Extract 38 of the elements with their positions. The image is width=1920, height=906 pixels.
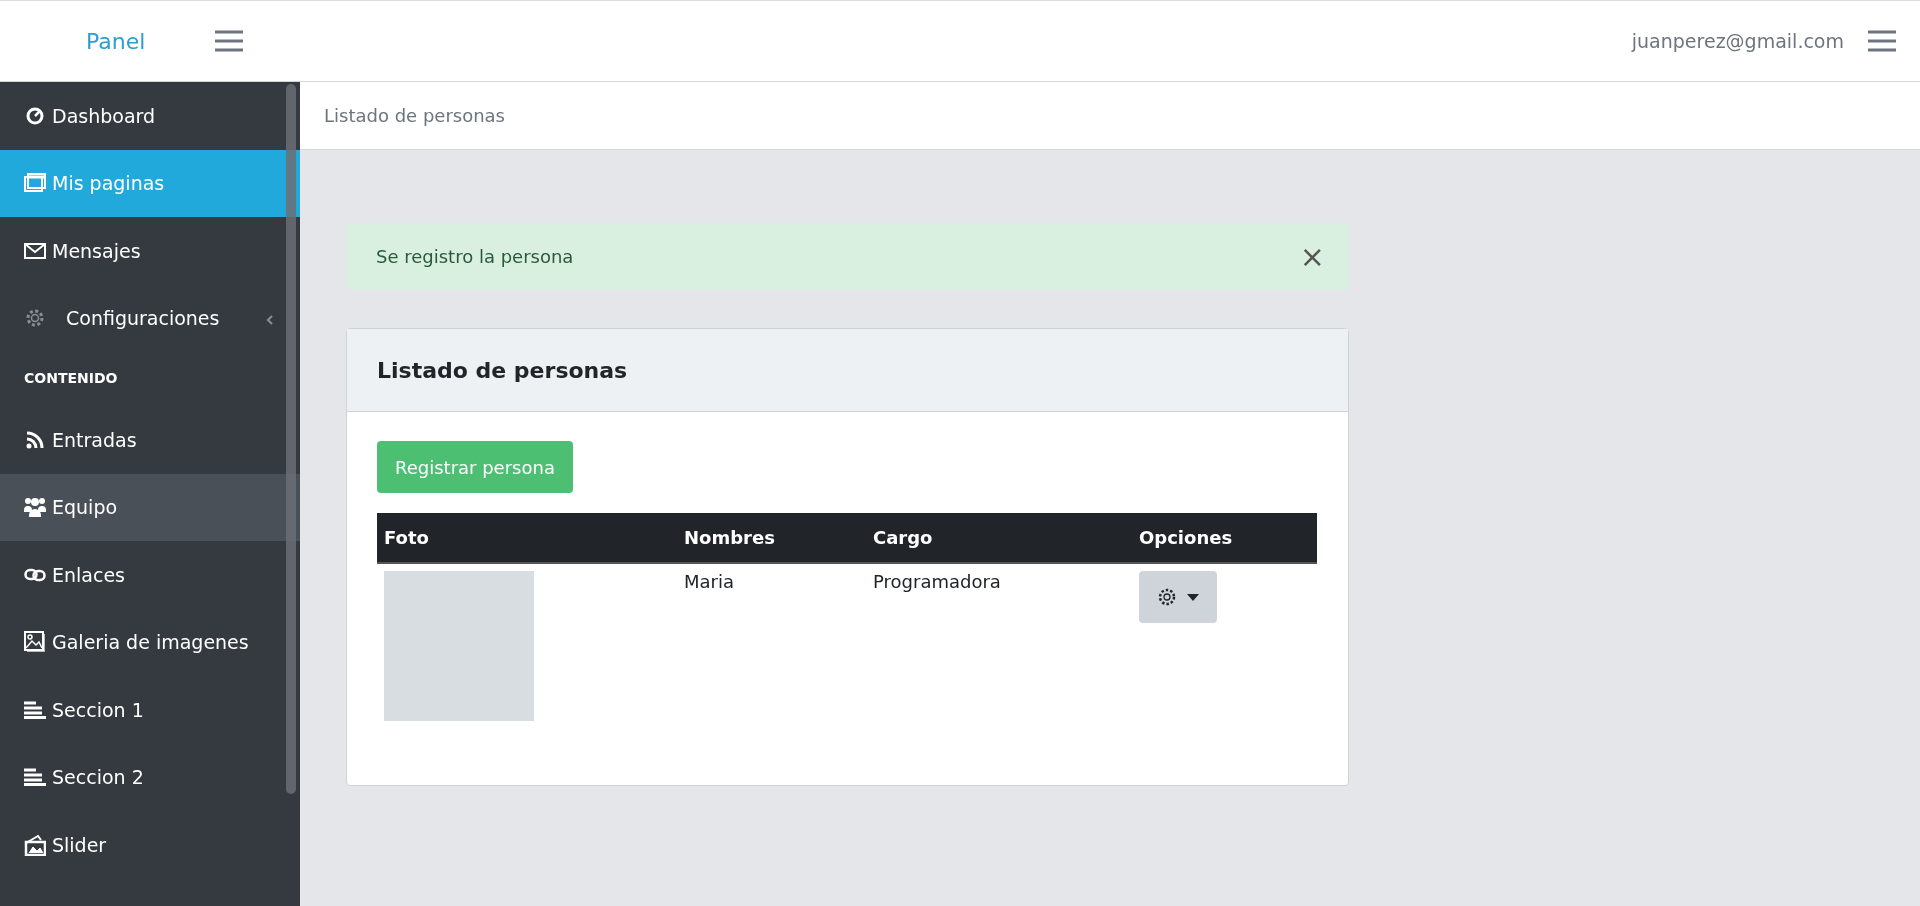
link-icon [24,567,46,582]
text-lines-icon [24,700,46,719]
sidebar-item[interactable]: Entradas [0,406,300,474]
column-header: Nombres [677,513,866,563]
sidebar-item[interactable]: Configuraciones [0,284,300,352]
menu-icon[interactable] [1868,30,1896,52]
sidebar-item[interactable]: Slider [0,811,300,879]
scrollbar[interactable] [286,84,296,794]
sidebar-item[interactable]: Mensajes [0,217,300,285]
text-lines-icon [24,768,46,787]
options-dropdown-button[interactable] [1139,571,1217,623]
sidebar-item[interactable]: Enlaces [0,541,300,609]
sidebar-item[interactable]: Seccion 1 [0,676,300,744]
picture-frame-icon [24,833,46,856]
card-title: Listado de personas [377,357,628,383]
close-button[interactable]: × [1299,241,1325,272]
column-header: Foto [377,513,677,563]
alert-message: Se registro la persona [376,246,574,267]
table-cell: Maria [677,563,866,728]
image-icon [24,631,46,654]
window-icon [24,173,46,194]
column-header: Opciones [1132,513,1317,563]
sidebar-item[interactable]: Equipo [0,473,300,541]
user-email[interactable]: juanperez@gmail.com [1631,30,1844,52]
sidebar-item[interactable]: Galeria de imagenes [0,608,300,676]
settings-icon [1157,587,1177,607]
envelope-icon [24,242,46,259]
users-icon [24,497,46,518]
rss-icon [26,430,44,449]
section-header: CONTENIDO [23,369,119,388]
sidebar-item[interactable]: Dashboard [0,82,300,150]
breadcrumb: Listado de personas [324,105,505,126]
column-header: Cargo [866,513,1132,563]
caret-icon [1187,593,1199,601]
gauge-icon [26,106,44,125]
sidebar-item[interactable]: Seccion 2 [0,743,300,811]
menu-icon[interactable] [215,30,244,52]
table-cell: Programadora [866,563,1132,728]
